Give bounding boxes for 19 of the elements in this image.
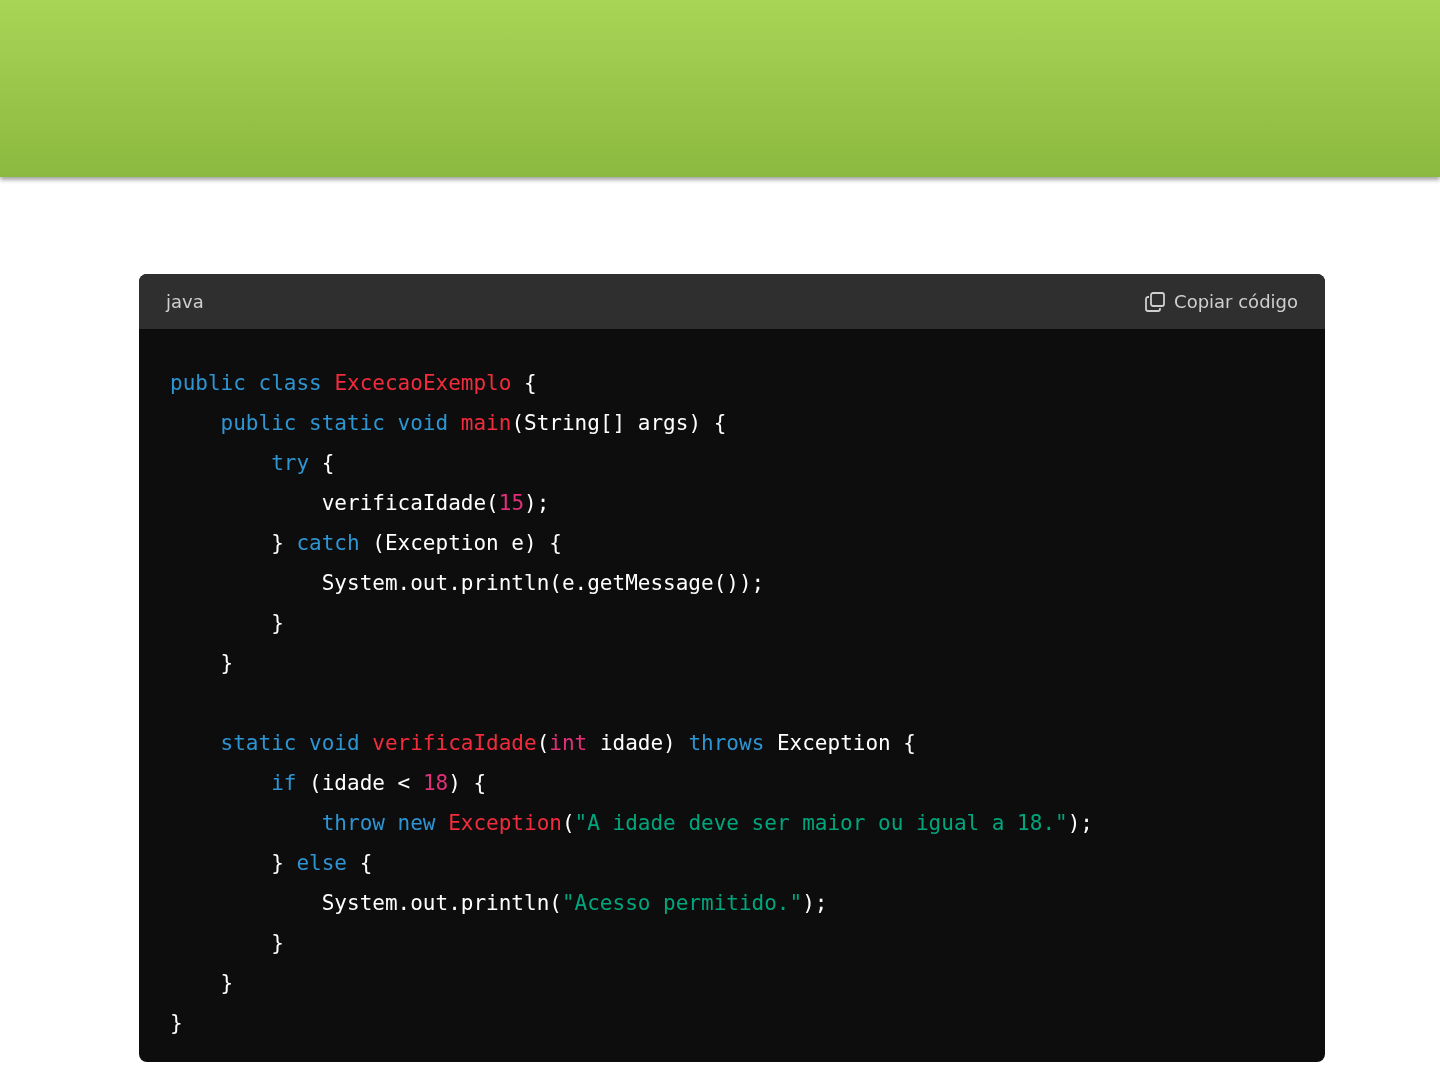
code-line: public class ExcecaoExemplo { [170, 370, 537, 397]
code-line: public static void main(String[] args) { [219, 410, 727, 437]
code-line: System.out.println("Acesso permitido."); [320, 890, 828, 917]
language-label: java [166, 291, 204, 312]
copy-icon [1144, 290, 1167, 313]
code-line: } catch (Exception e) { [270, 530, 562, 557]
code-line: } [219, 650, 234, 677]
code-line: } [270, 610, 284, 637]
code-line: } [170, 1010, 183, 1037]
code-line: } [270, 930, 284, 957]
code-line: if (idade < 18) { [270, 770, 487, 797]
code-line: System.out.println(e.getMessage()); [320, 570, 765, 597]
copy-code-button[interactable]: Copiar código [1144, 290, 1298, 313]
code-line: verificaIdade(15); [320, 490, 550, 517]
code-line: try { [270, 450, 335, 477]
code-line: throw new Exception("A idade deve ser maior ou igual a 18."); [320, 810, 1093, 837]
code-line: static void verificaIdade(int idade) throws Exception { [219, 730, 916, 757]
code-line: } else { [270, 850, 373, 877]
code-line: } [219, 970, 234, 997]
